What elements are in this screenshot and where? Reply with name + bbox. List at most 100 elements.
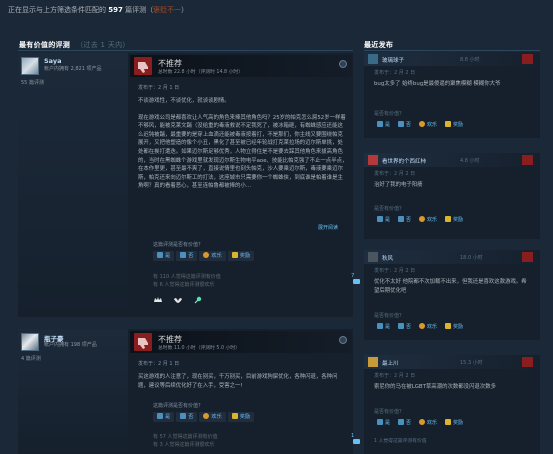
vote-funny-button[interactable]: 欢乐 xyxy=(416,121,440,130)
divider xyxy=(364,50,540,51)
vote-yes-button[interactable]: 是 xyxy=(374,121,393,130)
thumbs-up-icon xyxy=(377,216,383,222)
review-body: 不谈游戏性，不谈优化，就谈谈剧情。 现在游戏公司是都喜欢让人气高的角色来捧其他角… xyxy=(138,98,348,190)
helpful-question: 是否有价值？ xyxy=(374,409,405,415)
award-button[interactable]: 奖励 xyxy=(227,412,255,422)
vote-yes-button[interactable]: 是 xyxy=(374,216,393,225)
thumbs-down-icon xyxy=(134,333,152,351)
thumbs-down-icon xyxy=(180,413,187,419)
award-icon xyxy=(445,419,452,425)
review-card: 瓶子豪 帐户内拥有 198 项产品 4 篇评测 不推荐 总时数 11.0 小时（… xyxy=(18,329,360,454)
recent-review-header[interactable]: 玻璃球子 8.8 小时 xyxy=(364,52,540,66)
vote-no-button[interactable]: 否 xyxy=(395,216,414,225)
results-prefix: 正在显示与上方筛选条件匹配的 xyxy=(8,6,109,14)
vote-yes-button[interactable]: 是 xyxy=(374,323,393,332)
vote-no-button[interactable]: 否 xyxy=(176,251,198,261)
posted-date: 发布于：2 月 2 日 xyxy=(374,268,416,274)
overall-rating[interactable]: 褒贬不一 xyxy=(153,6,181,14)
results-suffix: 篇评测（ xyxy=(122,6,154,14)
reviewer-name[interactable]: 玻璃球子 xyxy=(382,56,404,64)
review-text: 治好了我的电子阳痿 xyxy=(374,182,423,188)
recent-review-header[interactable]: 秋风 18.0 小时 xyxy=(364,250,540,264)
award-button[interactable]: 奖励 xyxy=(442,121,466,130)
recent-title: 最近发布 xyxy=(364,41,394,49)
vote-no-button[interactable]: 否 xyxy=(395,121,414,130)
comment-count[interactable]: 7 xyxy=(351,273,360,286)
playtime: 8.8 小时 xyxy=(460,57,480,63)
vote-header[interactable]: 不推荐 总时数 11.0 小时（评测时 5.0 小时） xyxy=(130,331,352,353)
thumbs-up-icon xyxy=(377,121,383,127)
avatar[interactable] xyxy=(368,155,378,165)
review-card: Saya 帐户内拥有 2,821 项产品 55 篇评测 不推荐 总时数 22.8… xyxy=(18,53,360,317)
posted-date: 发布于：2 月 2 日 xyxy=(374,70,416,76)
thumbs-up-icon xyxy=(377,323,383,329)
thumbs-up-icon xyxy=(157,413,163,419)
award-button[interactable]: 奖励 xyxy=(442,419,466,428)
avatar[interactable] xyxy=(368,357,378,367)
avatar[interactable] xyxy=(368,54,378,64)
recent-review-header[interactable]: 最上川 15.3 小时 xyxy=(364,355,540,369)
thumbs-down-icon xyxy=(398,323,405,329)
avatar[interactable] xyxy=(21,57,39,75)
read-more-link[interactable]: 展开阅读 xyxy=(318,224,338,231)
reviewer-name[interactable]: Saya xyxy=(44,57,62,65)
award-icon xyxy=(445,121,452,127)
playtime: 总时数 11.0 小时（评测时 5.0 小时） xyxy=(158,346,240,351)
divider xyxy=(18,50,353,51)
reviewer-review-count[interactable]: 4 篇评测 xyxy=(21,355,41,362)
reviewer-name[interactable]: 秋风 xyxy=(382,254,393,262)
reviewer-name[interactable]: 最上川 xyxy=(382,359,399,367)
vote-no-button[interactable]: 否 xyxy=(395,323,414,332)
steam-icon xyxy=(339,336,347,344)
hands-award-icon[interactable] xyxy=(173,296,183,304)
recent-review-card: 看世界的个西红柿 4.8 小时 发布于：2 月 2 日 治好了我的电子阳痿 是否… xyxy=(364,153,540,239)
reviewer-name[interactable]: 看世界的个西红柿 xyxy=(382,157,426,165)
vote-buttons: 是否欢乐 奖励 xyxy=(374,419,468,428)
recent-review-card: 玻璃球子 8.8 小时 发布于：2 月 2 日 bug太多了 始终bug是最傻逼… xyxy=(364,52,540,138)
playtime: 总时数 22.8 小时（评测时 14.8 小时） xyxy=(158,70,244,75)
helpful-question: 这篇评测是否有价值？ xyxy=(153,403,204,409)
reviewer-review-count[interactable]: 55 篇评测 xyxy=(21,79,44,86)
awards-row xyxy=(153,296,213,306)
vote-funny-button[interactable]: 欢乐 xyxy=(416,419,440,428)
laugh-icon xyxy=(419,216,426,222)
reviewer-games[interactable]: 帐户内拥有 198 项产品 xyxy=(44,341,97,348)
playtime: 18.0 小时 xyxy=(460,255,483,261)
vote-funny-button[interactable]: 欢乐 xyxy=(199,412,226,422)
avatar[interactable] xyxy=(368,252,378,262)
review-stats: 有 57 人觉得这篇评测有价值 有 3 人觉得这篇评测很欢乐 xyxy=(153,434,218,448)
posted-date: 发布于：2 月 1 日 xyxy=(138,85,180,91)
review-text: 优化不太好 他院都不次加载不出来，但我还是喜欢这款游戏。希望后期优化吧 xyxy=(374,279,527,294)
award-button[interactable]: 奖励 xyxy=(442,216,466,225)
vote-funny-button[interactable]: 欢乐 xyxy=(416,216,440,225)
comment-count[interactable]: 1 xyxy=(351,433,360,446)
vote-no-button[interactable]: 否 xyxy=(395,419,414,428)
thumbs-down-icon xyxy=(522,155,533,165)
award-button[interactable]: 奖励 xyxy=(442,323,466,332)
recent-review-card: 最上川 15.3 小时 发布于：2 月 2 日 索尼你的马在被LGBT草高潮的次… xyxy=(364,355,540,454)
steam-icon xyxy=(339,60,347,68)
recent-review-header[interactable]: 看世界的个西红柿 4.8 小时 xyxy=(364,153,540,167)
review-stats: 1 人觉得这篇评测有价值 xyxy=(374,439,427,444)
vote-funny-button[interactable]: 欢乐 xyxy=(199,251,226,261)
vote-no-button[interactable]: 否 xyxy=(176,412,198,422)
thumbs-down-icon xyxy=(398,216,405,222)
vote-yes-button[interactable]: 是 xyxy=(153,251,175,261)
avatar[interactable] xyxy=(21,333,39,351)
vote-funny-button[interactable]: 欢乐 xyxy=(416,323,440,332)
vote-yes-button[interactable]: 是 xyxy=(374,419,393,428)
laugh-icon xyxy=(419,419,426,425)
reviewer-games[interactable]: 帐户内拥有 2,821 项产品 xyxy=(44,65,102,72)
vote-buttons: 是否欢乐 奖励 xyxy=(374,323,468,332)
helpful-question: 是否有价值？ xyxy=(374,111,405,117)
vote-header[interactable]: 不推荐 总时数 22.8 小时（评测时 14.8 小时） xyxy=(130,55,352,77)
torch-award-icon[interactable] xyxy=(193,296,203,304)
laugh-icon xyxy=(203,252,210,258)
vote-buttons: 是否欢乐 奖励 xyxy=(153,412,256,422)
thumbs-down-icon xyxy=(522,357,533,367)
vote-yes-button[interactable]: 是 xyxy=(153,412,175,422)
crown-award-icon[interactable] xyxy=(153,296,163,304)
thumbs-up-icon xyxy=(157,252,163,258)
award-button[interactable]: 奖励 xyxy=(227,251,255,261)
helpful-question: 是否有价值？ xyxy=(374,313,405,319)
